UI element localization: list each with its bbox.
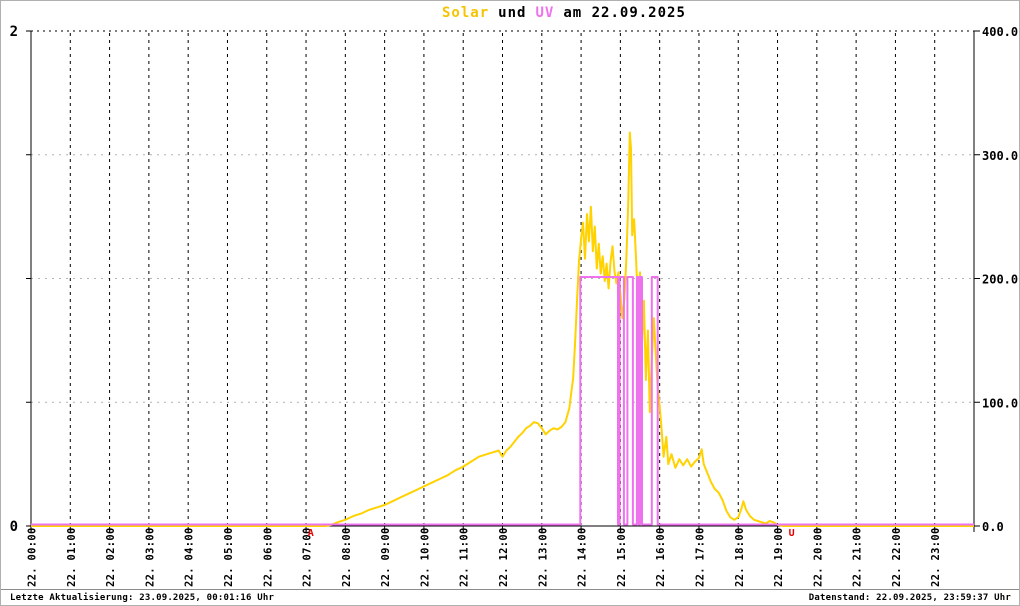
last-update-text: Letzte Aktualisierung: 23.09.2025, 00:01… bbox=[10, 593, 275, 603]
svg-text:0: 0 bbox=[10, 519, 18, 535]
svg-text:22. 12:00: 22. 12:00 bbox=[498, 527, 510, 587]
svg-text:22. 05:00: 22. 05:00 bbox=[223, 527, 235, 587]
svg-text:22. 10:00: 22. 10:00 bbox=[419, 527, 431, 587]
chart-canvas: 400.0 300.0 200.0 100.0 0.0 2 0 22. 00:00 22. 01… bbox=[10, 24, 1019, 587]
svg-text:U: U bbox=[789, 528, 795, 539]
svg-text:22. 04:00: 22. 04:00 bbox=[184, 527, 196, 587]
svg-text:22. 21:00: 22. 21:00 bbox=[852, 527, 864, 587]
svg-text:2: 2 bbox=[10, 24, 18, 40]
axis-labels: 400.0 300.0 200.0 100.0 0.0 2 0 22. 00:00 22. 01… bbox=[10, 24, 1019, 587]
svg-text:22. 14:00: 22. 14:00 bbox=[577, 527, 589, 587]
svg-text:300.0: 300.0 bbox=[982, 149, 1018, 163]
svg-text:22. 16:00: 22. 16:00 bbox=[655, 527, 667, 587]
status-bar: Letzte Aktualisierung: 23.09.2025, 00:01… bbox=[1, 589, 1019, 605]
chart-window: Solar und UV am 22.09.2025 400.0 300.0 200.0 1… bbox=[0, 0, 1020, 606]
svg-text:0.0: 0.0 bbox=[982, 520, 1004, 534]
gridlines bbox=[31, 30, 974, 525]
svg-text:22. 23:00: 22. 23:00 bbox=[930, 527, 942, 587]
svg-text:22. 17:00: 22. 17:00 bbox=[695, 527, 707, 587]
svg-text:22. 03:00: 22. 03:00 bbox=[144, 527, 156, 587]
svg-text:22. 02:00: 22. 02:00 bbox=[105, 527, 117, 587]
svg-text:400.0: 400.0 bbox=[982, 25, 1018, 39]
svg-text:22. 15:00: 22. 15:00 bbox=[616, 527, 628, 587]
svg-text:22. 19:00: 22. 19:00 bbox=[773, 527, 785, 587]
svg-text:22. 20:00: 22. 20:00 bbox=[812, 527, 824, 587]
svg-text:22. 00:00: 22. 00:00 bbox=[27, 527, 39, 587]
svg-text:22. 11:00: 22. 11:00 bbox=[459, 527, 471, 587]
svg-text:22. 08:00: 22. 08:00 bbox=[341, 527, 353, 587]
svg-text:200.0: 200.0 bbox=[982, 273, 1018, 287]
svg-text:22. 09:00: 22. 09:00 bbox=[380, 527, 392, 587]
svg-text:22. 01:00: 22. 01:00 bbox=[66, 527, 78, 587]
svg-text:22. 22:00: 22. 22:00 bbox=[891, 527, 903, 587]
svg-text:22. 18:00: 22. 18:00 bbox=[734, 527, 746, 587]
svg-text:100.0: 100.0 bbox=[982, 396, 1018, 410]
svg-text:A: A bbox=[308, 528, 314, 539]
svg-text:22. 06:00: 22. 06:00 bbox=[262, 527, 274, 587]
data-state-text: Datenstand: 22.09.2025, 23:59:37 Uhr bbox=[808, 593, 1011, 603]
svg-text:22. 13:00: 22. 13:00 bbox=[537, 527, 549, 587]
